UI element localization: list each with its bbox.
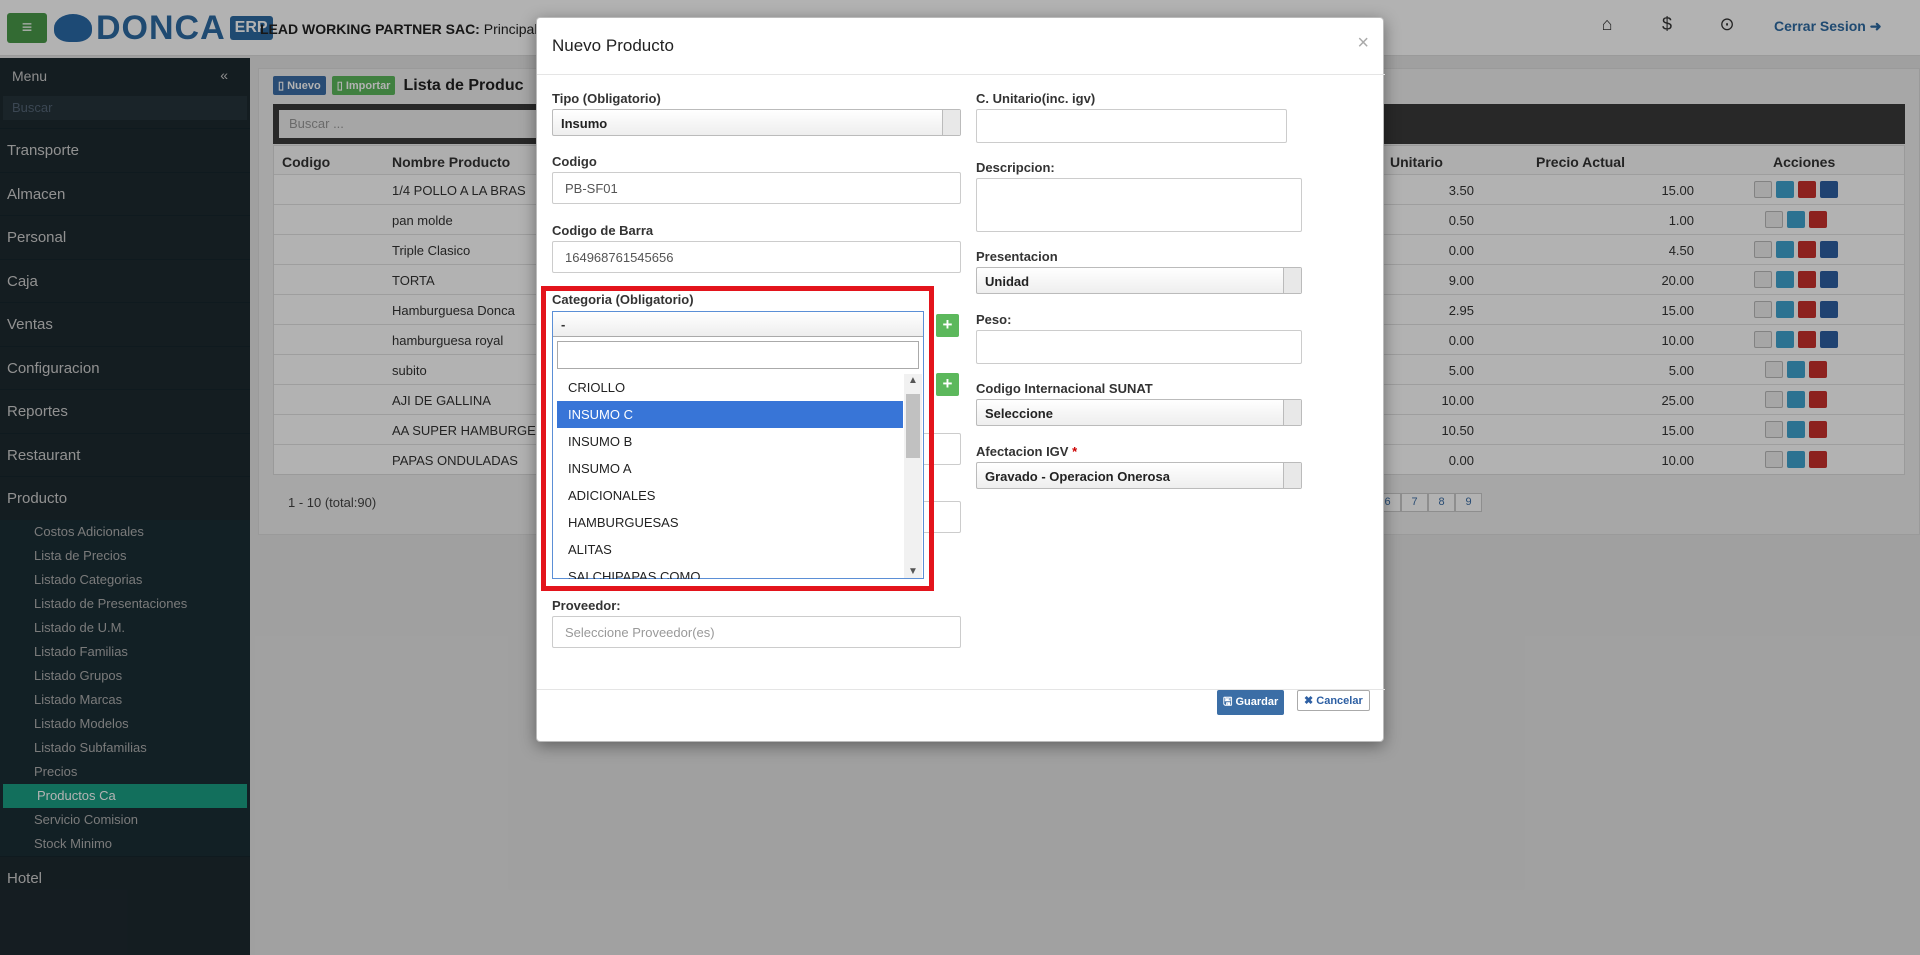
close-icon[interactable]: × [1357,32,1369,55]
codigo-barra-field[interactable]: 164968761545656 [552,241,961,273]
chevron-down-icon [1283,400,1301,425]
peso-label: Peso: [976,312,1012,327]
descripcion-label: Descripcion: [976,160,1055,175]
modal-title: Nuevo Producto [552,36,674,55]
presentacion-select[interactable]: Unidad [976,267,1302,294]
cunitario-field[interactable] [976,109,1287,143]
cunitario-label: C. Unitario(inc. igv) [976,91,1096,106]
chevron-down-icon [1283,463,1301,488]
guardar-button[interactable]: 🖫 Guardar [1217,690,1285,715]
codigo-field[interactable]: PB-SF01 [552,172,961,204]
add-button-2[interactable]: + [936,373,959,396]
chevron-down-icon [1283,268,1301,293]
modal-header-divider [537,74,1385,75]
tipo-value: Insumo [561,116,608,131]
peso-field[interactable] [976,330,1302,364]
codigo-label: Codigo [552,154,597,169]
sunat-label: Codigo Internacional SUNAT [976,381,1153,396]
required-marker: * [1072,444,1078,459]
sunat-value: Seleccione [985,406,1053,421]
proveedor-label: Proveedor: [552,598,621,613]
sunat-select[interactable]: Seleccione [976,399,1302,426]
descripcion-textarea[interactable] [976,178,1302,232]
igv-value: Gravado - Operacion Onerosa [985,469,1170,484]
cancelar-button[interactable]: ✖ Cancelar [1297,690,1370,711]
tipo-label: Tipo (Obligatorio) [552,91,661,106]
igv-select[interactable]: Gravado - Operacion Onerosa [976,462,1302,489]
presentacion-value: Unidad [985,274,1030,289]
barra-label: Codigo de Barra [552,223,654,238]
igv-label-text: Afectacion IGV [976,444,1069,459]
presentacion-label: Presentacion [976,249,1058,264]
guardar-label: Guardar [1235,696,1279,708]
proveedor-field[interactable]: Seleccione Proveedor(es) [552,616,961,648]
add-categoria-button[interactable]: + [936,314,959,337]
cancelar-label: Cancelar [1316,695,1363,707]
tipo-select[interactable]: Insumo [552,109,961,136]
igv-label: Afectacion IGV * [976,444,1077,459]
chevron-down-icon [942,110,960,135]
highlight-box [541,286,934,591]
